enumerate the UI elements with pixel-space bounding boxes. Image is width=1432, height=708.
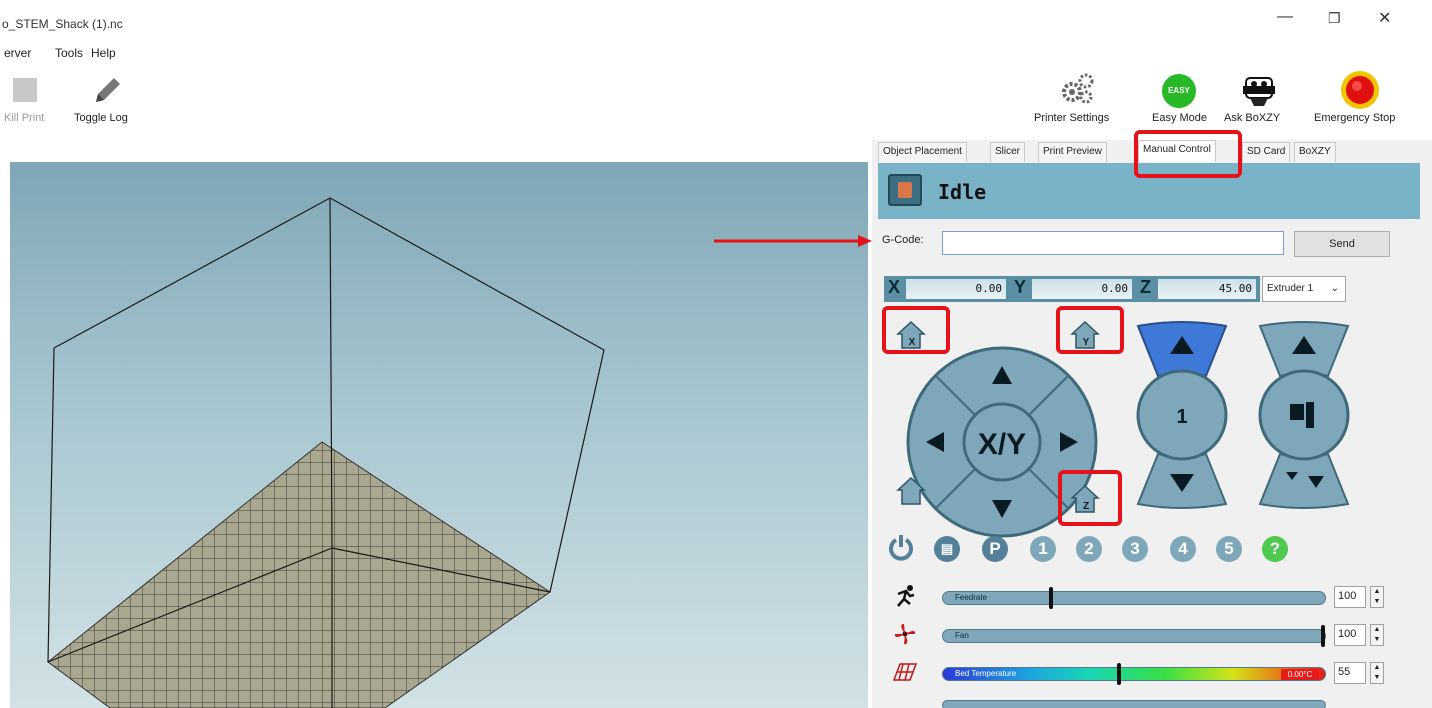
easy-mode-icon: EASY [1162,74,1196,108]
extruder-temperature-slider[interactable] [942,700,1326,708]
menu-help[interactable]: Help [91,46,116,60]
xy-label: X/Y [978,428,1026,461]
toggle-log-label: Toggle Log [74,112,128,124]
emergency-stop-button[interactable]: Emergency Stop [1310,66,1432,136]
highlight-home-z [1058,470,1122,526]
print-page-button[interactable]: ▤ [934,536,960,562]
toolbar: Kill Print Toggle Log Printer Settings E… [0,66,1432,140]
extruder-jog-control[interactable] [1256,320,1352,510]
printer-status-icon [888,174,922,206]
fan-icon [894,624,916,645]
z-coordinate: Z 45.00 [1136,276,1260,302]
feedrate-slider[interactable]: Feedrate [942,587,1326,609]
tab-object-placement[interactable]: Object Placement [878,142,967,162]
app-window: o_STEM_Shack (1).nc — ❐ ✕ erver Tools He… [0,0,1432,708]
feedrate-value[interactable]: 100 [1334,586,1366,608]
highlight-home-y [1056,306,1124,354]
send-button[interactable]: Send [1294,231,1390,257]
bed-temperature-label: Bed Temperature [955,669,1017,678]
z-label: Z [1140,277,1151,297]
preset-4-button[interactable]: 4 [1170,536,1196,562]
feedrate-spinner[interactable]: ▲ ▼ [1370,586,1384,608]
gcode-input[interactable] [942,231,1284,255]
fan-value[interactable]: 100 [1334,624,1366,646]
preset-2-button[interactable]: 2 [1076,536,1102,562]
extruder-select-value: Extruder 1 [1267,283,1314,294]
feedrate-thumb[interactable] [1049,587,1053,609]
tab-boxzy[interactable]: BoXZY [1294,142,1336,162]
control-panel: Object Placement Slicer Print Preview Ma… [872,140,1432,708]
printer-settings-button[interactable]: Printer Settings [1032,66,1136,136]
x-value: 0.00 [906,279,1006,299]
menu-tools[interactable]: Tools [55,46,83,60]
menu-bar: erver Tools Help [0,40,1432,64]
fan-spinner[interactable]: ▲ ▼ [1370,624,1384,646]
power-icon[interactable] [888,534,914,562]
title-bar: o_STEM_Shack (1).nc — ❐ ✕ [0,0,1432,40]
highlight-home-x [882,306,950,354]
maximize-button[interactable]: ❐ [1328,10,1341,27]
menu-server[interactable]: erver [4,46,31,60]
fan-slider[interactable]: Fan [942,625,1326,647]
home-all-icon[interactable] [896,476,926,506]
robot-icon [1243,77,1275,106]
chevron-down-icon: ⌄ [1330,283,1339,294]
minimize-button[interactable]: — [1277,8,1293,26]
status-text: Idle [938,180,987,204]
printer-settings-label: Printer Settings [1034,112,1110,124]
feedrate-row: Feedrate 100 ▲ ▼ [872,582,1432,612]
bed-temperature-value[interactable]: 55 [1334,662,1366,684]
annotation-arrow [714,235,872,247]
help-button[interactable]: ? [1262,536,1288,562]
feedrate-label: Feedrate [955,593,988,602]
bed-temperature-spinner[interactable]: ▲ ▼ [1370,662,1384,684]
bed-temperature-readout: 0.00°C [1281,669,1319,680]
preset-3-button[interactable]: 3 [1122,536,1148,562]
emergency-stop-label: Emergency Stop [1314,112,1396,124]
tab-sd-card[interactable]: SD Card [1242,142,1291,162]
highlight-manual-control-tab [1134,130,1242,178]
close-button[interactable]: ✕ [1378,8,1391,28]
x-coordinate: X 0.00 [884,276,1010,302]
toggle-log-button[interactable]: Toggle Log [70,66,150,136]
gears-icon [1062,73,1094,104]
heatbed-icon [892,663,918,681]
tab-slicer[interactable]: Slicer [990,142,1026,162]
ask-boxzy-button[interactable]: Ask BoXZY [1218,66,1302,136]
kill-print-button[interactable]: Kill Print [0,66,70,136]
bed-temperature-thumb[interactable] [1117,663,1121,685]
y-coordinate: Y 0.00 [1010,276,1136,302]
x-label: X [888,277,901,297]
stop-square-icon [13,78,37,102]
gcode-label: G-Code: [882,234,924,246]
tab-print-preview[interactable]: Print Preview [1038,142,1107,162]
z-value: 45.00 [1158,279,1256,299]
window-title: o_STEM_Shack (1).nc [2,17,123,31]
easy-badge-text: EASY [1168,86,1190,95]
y-label: Y [1014,277,1027,297]
fan-row: Fan 100 ▲ ▼ [872,620,1432,650]
ask-boxzy-label: Ask BoXZY [1224,112,1281,124]
fan-label: Fan [955,631,969,640]
easy-mode-label: Easy Mode [1152,112,1208,124]
preset-1-button[interactable]: 1 [1030,536,1056,562]
build-plate [47,441,551,708]
kill-print-label: Kill Print [4,112,45,124]
pencil-icon [96,78,120,102]
y-value: 0.00 [1032,279,1132,299]
bed-temperature-row: Bed Temperature 0.00°C 55 ▲ ▼ [872,658,1432,688]
preset-p-button[interactable]: P [982,536,1008,562]
z-jog-control[interactable]: 1 [1134,320,1230,510]
fan-thumb[interactable] [1321,625,1325,647]
runner-icon [897,585,915,607]
preset-5-button[interactable]: 5 [1216,536,1242,562]
z-step-label: 1 [1176,406,1187,428]
extruder-select[interactable]: Extruder 1 ⌄ [1262,276,1346,302]
emergency-stop-icon [1341,71,1379,109]
easy-mode-button[interactable]: EASY Easy Mode [1136,66,1216,136]
bed-temperature-slider[interactable]: Bed Temperature 0.00°C [942,663,1326,685]
